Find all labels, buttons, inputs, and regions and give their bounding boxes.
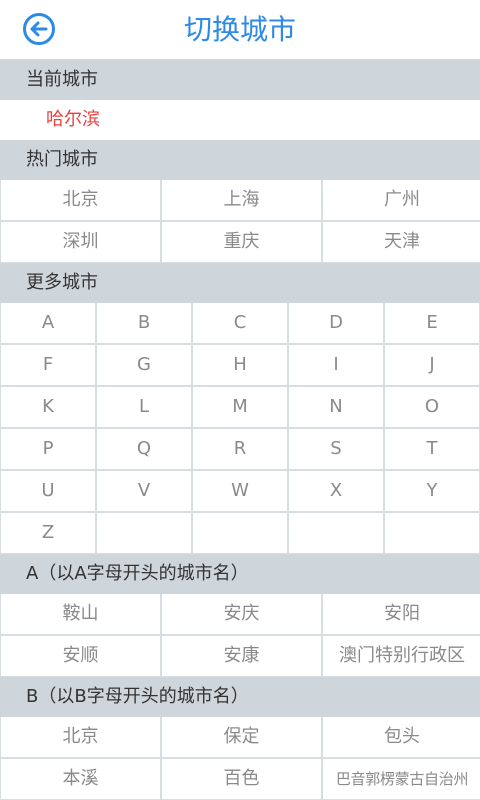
city-item[interactable]: 安庆	[162, 594, 321, 634]
letter-index-item[interactable]: G	[97, 345, 191, 385]
page-title: 切换城市	[183, 13, 296, 46]
city-item[interactable]: 安康	[162, 636, 321, 676]
letter-index-item[interactable]: S	[289, 429, 383, 469]
letter-index-item[interactable]: E	[385, 303, 479, 343]
letter-index-item[interactable]: Q	[97, 429, 191, 469]
hot-cities-grid: 北京 上海 广州 深圳 重庆 天津	[0, 180, 480, 263]
city-item[interactable]: 安顺	[1, 636, 160, 676]
section-group-b: B（以B字母开头的城市名）	[0, 677, 480, 717]
letter-index-item[interactable]: Y	[385, 471, 479, 511]
letter-index-item[interactable]: J	[385, 345, 479, 385]
section-group-a: A（以A字母开头的城市名）	[0, 554, 480, 594]
letter-index-item[interactable]: P	[1, 429, 95, 469]
letter-index-item[interactable]: I	[289, 345, 383, 385]
letter-index-item[interactable]: L	[97, 387, 191, 427]
hot-city-item[interactable]: 重庆	[162, 222, 321, 262]
hot-city-item[interactable]: 深圳	[1, 222, 160, 262]
letter-index-item[interactable]: R	[193, 429, 287, 469]
empty-cell	[385, 513, 479, 553]
group-b-grid: 北京 保定 包头 本溪 百色 巴音郭楞蒙古自治州	[0, 717, 480, 800]
letter-index-item[interactable]: N	[289, 387, 383, 427]
letter-index-item[interactable]: W	[193, 471, 287, 511]
letter-index-item[interactable]: K	[1, 387, 95, 427]
letter-index-item[interactable]: M	[193, 387, 287, 427]
letter-index-item[interactable]: D	[289, 303, 383, 343]
section-more-cities: 更多城市	[0, 263, 480, 303]
city-item[interactable]: 巴音郭楞蒙古自治州	[323, 759, 480, 799]
empty-cell	[97, 513, 191, 553]
letter-index-item[interactable]: B	[97, 303, 191, 343]
city-item[interactable]: 鞍山	[1, 594, 160, 634]
letter-index-item[interactable]: H	[193, 345, 287, 385]
letter-index-item[interactable]: Z	[1, 513, 95, 553]
empty-cell	[289, 513, 383, 553]
city-item[interactable]: 澳门特别行政区	[323, 636, 480, 676]
city-item[interactable]: 北京	[1, 717, 160, 757]
city-item[interactable]: 百色	[162, 759, 321, 799]
letter-index-item[interactable]: U	[1, 471, 95, 511]
empty-cell	[193, 513, 287, 553]
letter-index-item[interactable]: V	[97, 471, 191, 511]
group-a-grid: 鞍山 安庆 安阳 安顺 安康 澳门特别行政区	[0, 594, 480, 677]
letter-index-grid: A B C D E F G H I J K L M N O P Q R S T …	[0, 303, 480, 554]
header: 切换城市	[0, 0, 480, 60]
letter-index-item[interactable]: C	[193, 303, 287, 343]
hot-city-item[interactable]: 上海	[162, 180, 321, 220]
section-hot-cities: 热门城市	[0, 140, 480, 180]
letter-index-item[interactable]: O	[385, 387, 479, 427]
hot-city-item[interactable]: 北京	[1, 180, 160, 220]
city-item[interactable]: 保定	[162, 717, 321, 757]
letter-index-item[interactable]: X	[289, 471, 383, 511]
hot-city-item[interactable]: 天津	[323, 222, 480, 262]
hot-city-item[interactable]: 广州	[323, 180, 480, 220]
current-city[interactable]: 哈尔滨	[0, 100, 480, 140]
city-item[interactable]: 安阳	[323, 594, 480, 634]
city-item[interactable]: 包头	[323, 717, 480, 757]
city-item[interactable]: 本溪	[1, 759, 160, 799]
section-current-city: 当前城市	[0, 60, 480, 100]
letter-index-item[interactable]: A	[1, 303, 95, 343]
letter-index-item[interactable]: F	[1, 345, 95, 385]
letter-index-item[interactable]: T	[385, 429, 479, 469]
